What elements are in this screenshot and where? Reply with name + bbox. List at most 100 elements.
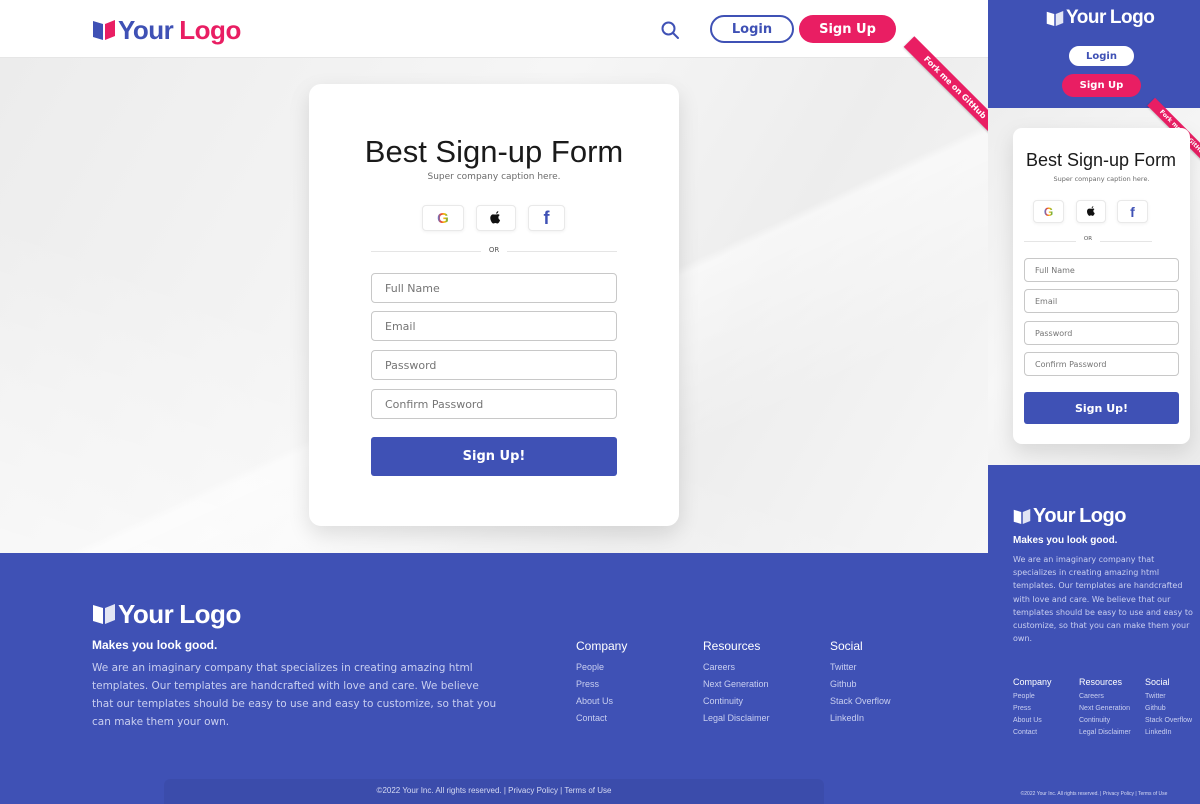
mobile-facebook-signin-button[interactable]: f — [1117, 200, 1148, 223]
footer-column-title: Social — [1145, 677, 1170, 687]
footer-link-careers[interactable]: Careers — [1079, 693, 1144, 700]
mobile-full-name-input[interactable] — [1024, 258, 1179, 282]
search-icon[interactable] — [660, 20, 680, 40]
footer-link-press[interactable]: Press — [576, 679, 696, 689]
email-input[interactable] — [371, 311, 617, 341]
full-name-input[interactable] — [371, 273, 617, 303]
mobile-footer: Your Logo Makes you look good. We are an… — [988, 465, 1200, 804]
google-icon: G — [1043, 204, 1054, 219]
footer-link-careers[interactable]: Careers — [703, 662, 823, 672]
logo-mark-icon — [93, 604, 115, 624]
footer-link-press[interactable]: Press — [1013, 705, 1075, 712]
logo-word-logo: Logo — [1079, 504, 1126, 527]
footer-link-contact[interactable]: Contact — [576, 713, 696, 723]
footer-link-continuity[interactable]: Continuity — [1079, 717, 1144, 724]
mobile-signup-card: Best Sign-up Form Super company caption … — [1013, 128, 1190, 444]
footer-link-contact[interactable]: Contact — [1013, 729, 1075, 736]
mobile-submit-signup-button[interactable]: Sign Up! — [1024, 392, 1179, 424]
apple-icon — [1086, 206, 1095, 216]
mobile-form-caption: Super company caption here. — [1053, 175, 1150, 183]
footer-link-about-us[interactable]: About Us — [576, 696, 696, 706]
form-title: Best Sign-up Form — [364, 134, 624, 169]
logo-word-logo: Logo — [179, 598, 241, 629]
confirm-password-input[interactable] — [371, 389, 617, 419]
footer-link-people[interactable]: People — [576, 662, 696, 672]
mobile-google-signin-button[interactable]: G — [1033, 200, 1064, 223]
google-signin-button[interactable]: G — [422, 205, 464, 231]
mobile-password-input[interactable] — [1024, 321, 1179, 345]
footer-tagline: Makes you look good. — [92, 638, 218, 652]
mobile-divider-line-left — [1024, 241, 1076, 242]
mobile-footer-column-resources: Resources Careers Next Generation Contin… — [1079, 677, 1144, 736]
footer-link-twitter[interactable]: Twitter — [1145, 693, 1200, 700]
mobile-view: Your Logo Login Sign Up Fork me on GitHu… — [988, 0, 1200, 804]
footer-description: We are an imaginary company that special… — [92, 662, 497, 728]
footer-column-title: Resources — [1079, 677, 1123, 687]
logo-word-your: Your — [1066, 7, 1106, 28]
footer-link-twitter[interactable]: Twitter — [830, 662, 950, 672]
footer-column-resources: Resources Careers Next Generation Contin… — [703, 639, 823, 723]
footer-column-title: Company — [576, 639, 628, 653]
apple-signin-button[interactable] — [476, 205, 516, 231]
form-caption: Super company caption here. — [427, 172, 561, 182]
footer-link-github[interactable]: Github — [830, 679, 950, 689]
submit-signup-button[interactable]: Sign Up! — [371, 437, 617, 476]
footer-link-stack-overflow[interactable]: Stack Overflow — [830, 696, 950, 706]
mobile-copyright-text: ©2022 Your Inc. All rights reserved. | P… — [1020, 791, 1168, 797]
google-icon: G — [437, 209, 449, 227]
footer-link-continuity[interactable]: Continuity — [703, 696, 823, 706]
mobile-header: Your Logo Login Sign Up — [988, 0, 1200, 108]
mobile-footer-column-social: Social Twitter Github Stack Overflow Lin… — [1145, 677, 1200, 736]
mobile-apple-signin-button[interactable] — [1076, 200, 1106, 223]
mobile-header-logo[interactable]: Your Logo — [1046, 6, 1155, 30]
logo-word-your: Your — [1033, 504, 1076, 527]
mobile-signup-nav-button[interactable]: Sign Up — [1062, 74, 1141, 97]
desktop-view: Your Logo Login Sign Up Fork me on GitHu… — [0, 0, 988, 804]
login-button[interactable]: Login — [710, 15, 794, 43]
mobile-footer-description: We are an imaginary company that special… — [1013, 555, 1193, 644]
header-logo[interactable]: Your Logo — [92, 14, 241, 46]
mobile-email-input[interactable] — [1024, 289, 1179, 313]
footer-column-social: Social Twitter Github Stack Overflow Lin… — [830, 639, 950, 723]
signup-card: Best Sign-up Form Super company caption … — [309, 84, 679, 526]
footer-column-title: Social — [830, 639, 863, 653]
footer-column-company: Company People Press About Us Contact — [576, 639, 696, 723]
footer-column-title: Company — [1013, 677, 1052, 687]
divider-line-left — [371, 251, 481, 252]
logo-mark-icon — [93, 20, 115, 40]
logo-word-logo: Logo — [179, 14, 241, 45]
mobile-login-button[interactable]: Login — [1067, 44, 1136, 68]
mobile-footer-logo[interactable]: Your Logo — [1013, 503, 1126, 529]
footer-link-legal-disclaimer[interactable]: Legal Disclaimer — [1079, 729, 1144, 736]
footer-link-about-us[interactable]: About Us — [1013, 717, 1075, 724]
footer-link-stack-overflow[interactable]: Stack Overflow — [1145, 717, 1200, 724]
footer-logo[interactable]: Your Logo — [92, 599, 241, 629]
logo-mark-icon — [1013, 508, 1031, 524]
mobile-divider-line-right — [1100, 241, 1152, 242]
mobile-form-title: Best Sign-up Form — [1026, 150, 1177, 170]
divider-label: OR — [488, 246, 500, 254]
footer-link-linkedin[interactable]: LinkedIn — [830, 713, 950, 723]
mobile-footer-tagline: Makes you look good. — [1013, 535, 1118, 546]
logo-word-your: Your — [118, 14, 174, 45]
facebook-signin-button[interactable]: f — [528, 205, 565, 231]
top-navbar: Your Logo Login Sign Up — [0, 0, 988, 58]
mobile-confirm-password-input[interactable] — [1024, 352, 1179, 376]
footer-link-next-generation[interactable]: Next Generation — [1079, 705, 1144, 712]
footer-column-title: Resources — [703, 639, 761, 653]
footer: Your Logo Makes you look good. We are an… — [0, 553, 988, 804]
facebook-icon: f — [543, 207, 550, 228]
copyright-bar: ©2022 Your Inc. All rights reserved. | P… — [164, 779, 824, 804]
footer-link-linkedin[interactable]: LinkedIn — [1145, 729, 1200, 736]
footer-link-legal-disclaimer[interactable]: Legal Disclaimer — [703, 713, 823, 723]
footer-link-github[interactable]: Github — [1145, 705, 1200, 712]
password-input[interactable] — [371, 350, 617, 380]
mobile-divider-label: OR — [1083, 236, 1093, 242]
footer-link-next-generation[interactable]: Next Generation — [703, 679, 823, 689]
signup-nav-button[interactable]: Sign Up — [799, 15, 896, 43]
logo-word-your: Your — [118, 598, 174, 629]
copyright-text: ©2022 Your Inc. All rights reserved. | P… — [376, 786, 612, 795]
facebook-icon: f — [1130, 203, 1135, 220]
footer-link-people[interactable]: People — [1013, 693, 1075, 700]
mobile-footer-column-company: Company People Press About Us Contact — [1013, 677, 1075, 736]
